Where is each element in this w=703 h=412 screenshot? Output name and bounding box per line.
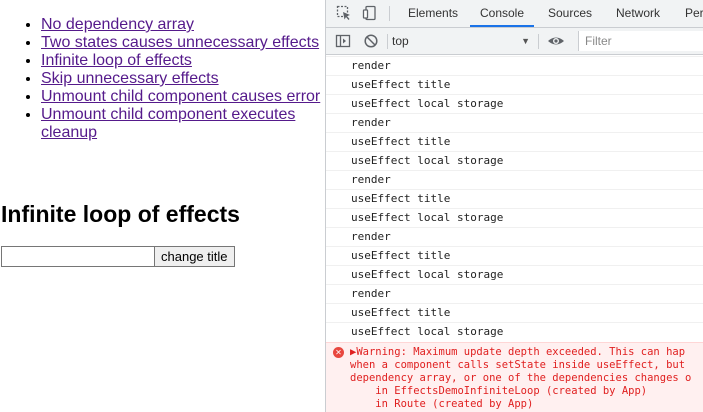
toolbar-divider [538,34,539,49]
inspect-element-icon[interactable] [336,5,352,21]
tab-performance[interactable]: Per [685,0,703,27]
tab-network[interactable]: Network [616,0,660,27]
error-line: in EffectsDemoInfiniteLoop (created by A… [350,385,648,397]
console-log-line: useEffect local storage [351,325,504,338]
nav-link-unmount-error[interactable]: Unmount child component causes error [41,88,320,105]
console-log-line: render [351,173,391,186]
console-error-message[interactable]: ✕ ▶Warning: Maximum update depth exceede… [326,342,703,412]
nav-item: Unmount child component executes cleanup [41,106,325,142]
console-log-line: render [351,116,391,129]
devtools-tabbar: Elements Console Sources Network Per [326,0,703,28]
console-log-line: useEffect local storage [351,211,504,224]
console-log-line: useEffect title [351,135,451,148]
nav-link-no-dependency-array[interactable]: No dependency array [41,16,194,33]
eye-icon[interactable] [547,33,564,49]
console-log-line: render [351,230,391,243]
nav-link-two-states[interactable]: Two states causes unnecessary effects [41,34,319,51]
console-toolbar: top ▼ [326,28,703,55]
change-title-button[interactable]: change title [154,246,235,267]
dropdown-arrow-icon: ▼ [521,36,530,46]
console-log-line: useEffect local storage [351,154,504,167]
console-filter-input[interactable] [578,31,703,51]
nav-item: Infinite loop of effects [41,52,325,70]
error-line: in Route (created by App) [350,398,534,410]
console-log-line: useEffect local storage [351,268,504,281]
nav-item: No dependency array [41,16,325,34]
nav-item: Unmount child component causes error [41,88,325,106]
page-title: Infinite loop of effects [1,201,240,227]
show-sidebar-icon[interactable] [335,33,351,49]
error-icon: ✕ [333,347,344,358]
tab-sources[interactable]: Sources [548,0,592,27]
error-line: dependency array, or one of the dependen… [350,372,692,384]
nav-item: Skip unnecessary effects [41,70,325,88]
app-page: No dependency array Two states causes un… [0,0,325,412]
console-log-line: render [351,287,391,300]
console-log-line: render [351,59,391,72]
tabbar-divider [389,6,390,21]
context-selector-value: top [392,34,409,48]
title-input[interactable] [1,246,155,267]
nav-link-infinite-loop[interactable]: Infinite loop of effects [41,52,192,69]
nav-link-skip-effects[interactable]: Skip unnecessary effects [41,70,219,87]
device-toolbar-icon[interactable] [362,5,378,21]
console-log-line: useEffect local storage [351,97,504,110]
console-log-line: useEffect title [351,249,451,262]
clear-console-icon[interactable] [363,33,379,49]
demo-nav-list: No dependency array Two states causes un… [0,16,325,142]
devtools-panel: Elements Console Sources Network Per top… [325,0,703,412]
tab-console[interactable]: Console [470,0,534,27]
error-line: ▶Warning: Maximum update depth exceeded.… [350,346,686,358]
console-log-line: useEffect title [351,306,451,319]
console-log-line: useEffect title [351,192,451,205]
nav-item: Two states causes unnecessary effects [41,34,325,52]
console-log-line: useEffect title [351,78,451,91]
tab-elements[interactable]: Elements [408,0,458,27]
console-output: render useEffect title useEffect local sto… [326,55,703,412]
nav-link-unmount-cleanup[interactable]: Unmount child component executes cleanup [41,106,295,141]
context-selector[interactable]: top ▼ [392,31,530,51]
toolbar-divider [387,34,388,49]
error-line: when a component calls setState inside u… [350,359,686,371]
